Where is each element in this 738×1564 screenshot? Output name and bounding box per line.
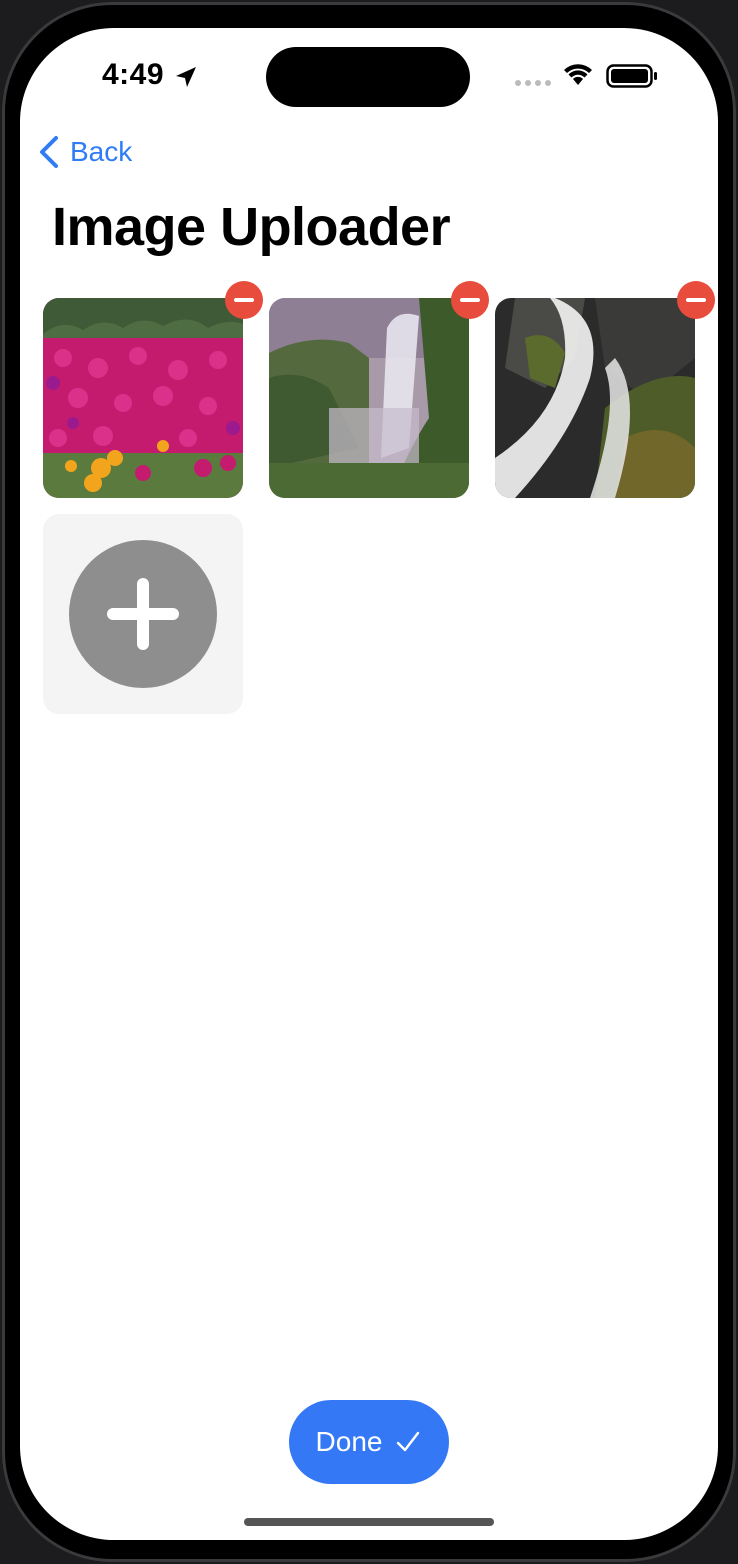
wifi-icon xyxy=(564,64,592,85)
flowers-photo xyxy=(43,298,243,498)
screen: 4:49 Back Image Uploader Done xyxy=(20,28,718,1540)
battery-icon xyxy=(606,64,657,88)
status-time: 4:49 xyxy=(102,58,165,91)
add-image-button[interactable] xyxy=(43,514,243,714)
done-button[interactable]: Done xyxy=(289,1400,449,1484)
plus-circle-icon xyxy=(69,540,217,688)
chevron-left-icon xyxy=(40,136,58,168)
remove-image-1-button[interactable] xyxy=(225,281,263,319)
home-indicator[interactable] xyxy=(244,1518,494,1526)
signal-icon xyxy=(515,80,551,86)
remove-image-2-button[interactable] xyxy=(451,281,489,319)
location-arrow-icon xyxy=(176,67,196,87)
checkmark-icon xyxy=(397,1431,420,1452)
back-button[interactable]: Back xyxy=(38,132,132,172)
waterfall-rocks-photo xyxy=(495,298,695,498)
done-label: Done xyxy=(315,1426,383,1457)
page-title: Image Uploader xyxy=(52,197,451,257)
back-label: Back xyxy=(70,136,133,167)
image-thumbnail-waterfall-valley[interactable] xyxy=(269,298,469,498)
waterfall-valley-photo xyxy=(269,298,469,498)
dynamic-island xyxy=(266,47,470,107)
device-frame: 4:49 Back Image Uploader Done xyxy=(2,2,736,1562)
remove-image-3-button[interactable] xyxy=(677,281,715,319)
image-thumbnail-waterfall-rocks[interactable] xyxy=(495,298,695,498)
image-thumbnail-flowers[interactable] xyxy=(43,298,243,498)
plus-vertical-bar xyxy=(137,578,149,650)
